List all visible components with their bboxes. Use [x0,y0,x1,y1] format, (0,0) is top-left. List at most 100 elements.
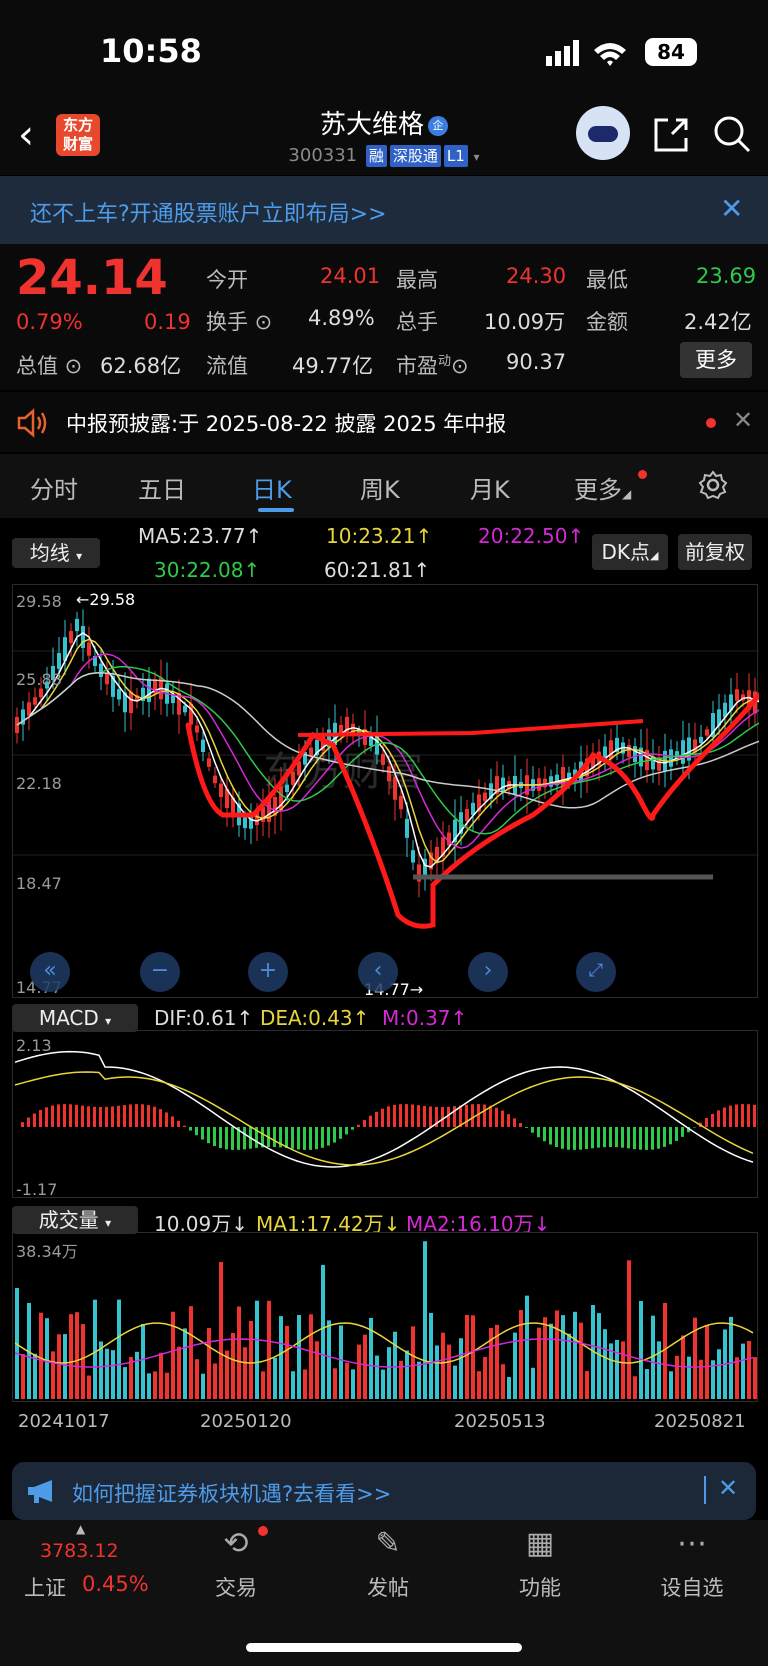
adjust-button[interactable]: 前复权 [678,534,752,570]
signal-wifi-icon [546,40,626,66]
more-dots-icon[interactable]: ⋯ [632,1526,752,1561]
more-button[interactable]: 更多 [680,342,752,378]
y-label-2: 25.88 [16,670,62,689]
index-name[interactable]: 上证 [24,1572,66,1602]
y-label-3: 22.18 [16,774,62,793]
promo-banner-text[interactable]: 还不上车?开通股票账户立即布局>> [30,196,387,228]
nav-trade[interactable]: 交易 [176,1572,296,1602]
macd-bar [177,1120,180,1127]
macd-bar [123,1105,126,1127]
macd-bar [153,1106,156,1127]
volume-bar [57,1334,61,1399]
index-percent[interactable]: 0.45% [82,1572,149,1596]
trade-icon[interactable]: ⟲ [176,1526,296,1561]
zoom-out-icon[interactable]: − [140,952,180,992]
volume-bar [735,1357,739,1399]
tab-more[interactable]: 更多◢ [574,470,631,505]
turnover-label: 换手 ⊙ [206,310,273,334]
nav-functions[interactable]: 功能 [480,1572,600,1602]
grid-icon[interactable]: ▦ [480,1526,600,1561]
macd-bar [117,1105,120,1127]
tab-daily-k[interactable]: 日K [252,470,292,505]
macd-bar [621,1127,624,1148]
macd-bar [195,1127,198,1136]
scroll-right-icon[interactable]: › [468,952,508,992]
trade-badge [258,1526,268,1536]
volume-bar [699,1359,703,1399]
dk-point-button[interactable]: DK点◢ [592,534,668,570]
megaphone-icon [28,1480,52,1503]
volume-bar [615,1339,619,1399]
macd-bar [357,1124,360,1127]
macd-bar [393,1104,396,1127]
volume-bar [81,1324,85,1399]
volume-bar [303,1369,307,1399]
tab-weekly-k[interactable]: 周K [360,470,400,505]
volume-bar [417,1361,421,1399]
fullscreen-icon[interactable]: ⤢ [576,952,616,992]
notice-text[interactable]: 中报预披露:于 2025-08-22 披露 2025 年中报 [66,408,506,438]
search-icon[interactable] [712,114,752,154]
macd-bar [447,1106,450,1127]
candle-body [735,689,739,701]
nav-post[interactable]: 发帖 [328,1572,448,1602]
macd-bar [213,1127,216,1147]
macd-bar [615,1127,618,1148]
volume-chart[interactable] [12,1232,758,1402]
macd-bar [387,1106,390,1127]
macd-bar [567,1127,570,1150]
tab-monthly-k[interactable]: 月K [470,470,510,505]
rewind-icon[interactable]: « [30,952,70,992]
volume-select[interactable]: 成交量 ▾ [12,1206,138,1234]
volume-canvas [14,1241,757,1399]
home-indicator [246,1643,522,1652]
edit-icon[interactable]: ✎ [328,1526,448,1561]
macd-chart[interactable] [12,1030,758,1198]
close-icon[interactable]: ✕ [720,192,743,225]
candle-body [39,688,43,698]
macd-bar [189,1127,192,1131]
volume-bar [549,1323,553,1399]
macd-bar [351,1127,354,1130]
macd-m: M:0.37↑ [382,1006,468,1030]
ad-text[interactable]: 如何把握证券板块机遇?去看看>> [72,1478,391,1508]
macd-bar [753,1104,756,1127]
volume-bar [141,1324,145,1399]
volume-bar [333,1368,337,1399]
volume-value: 10.09万 [484,310,566,334]
tab-more-dot [638,470,647,479]
nav-watchlist[interactable]: 设自选 [632,1572,752,1602]
ma10-value: 10:23.21↑ [326,524,433,548]
volume-bar [231,1332,235,1399]
date-label-3: 20250513 [454,1411,546,1432]
tab-five-day[interactable]: 五日 [138,470,186,505]
macd-select[interactable]: MACD ▾ [12,1004,138,1032]
gear-icon[interactable] [698,470,728,500]
close-icon[interactable]: ✕ [718,1474,738,1502]
macd-bar [663,1127,666,1147]
zoom-in-icon[interactable]: + [248,952,288,992]
share-icon[interactable] [652,116,690,154]
indicator-select[interactable]: 均线 ▾ [12,538,100,568]
ai-assistant-icon[interactable] [576,106,630,160]
candle-body [405,818,409,838]
candle-body [411,850,415,863]
scroll-left-icon[interactable]: ‹ [358,952,398,992]
tab-intraday[interactable]: 分时 [30,470,78,505]
volume-bar [183,1328,187,1399]
candle-body [681,740,685,764]
macd-bar [549,1127,552,1145]
kline-chart[interactable]: 东方财富 [12,584,759,998]
macd-bar [501,1110,504,1127]
volume-label: 总手 [396,310,438,334]
tag-connect: 深股通 [389,145,441,167]
macd-bar [555,1127,558,1148]
macd-bar [219,1127,222,1149]
low-label: 最低 [586,268,628,292]
volume-bar [459,1338,463,1399]
volume-bar [105,1348,109,1399]
close-icon[interactable]: ✕ [733,406,753,434]
index-value[interactable]: 3783.12 [40,1540,119,1562]
candle-body [633,746,637,762]
macd-bar [183,1125,186,1127]
